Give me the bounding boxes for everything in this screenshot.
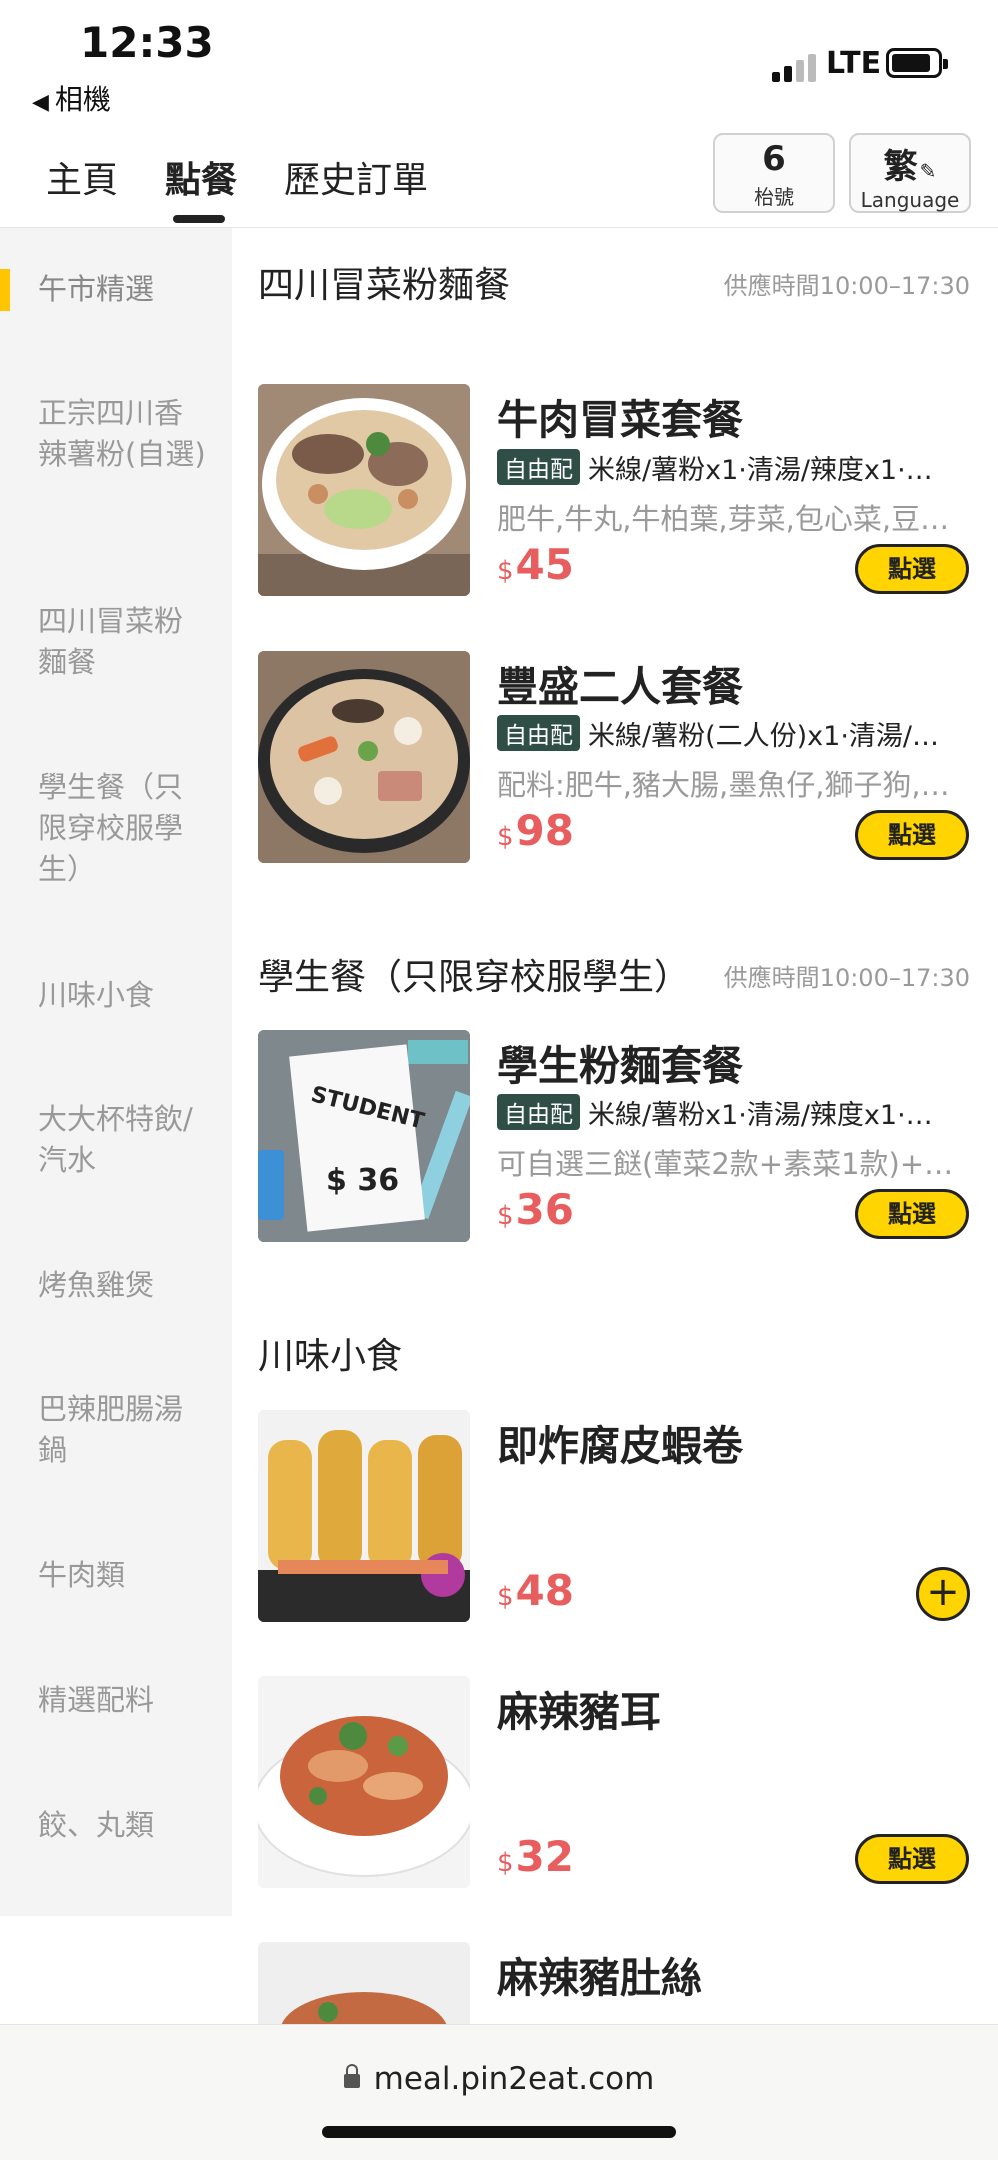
- free-combo-badge: 自由配: [497, 715, 580, 751]
- notebook-price-text: $ 36: [326, 1163, 399, 1198]
- item-name[interactable]: 麻辣豬肚絲: [497, 1944, 702, 2004]
- section-hours: 供應時間10:00–17:30: [723, 272, 970, 300]
- item-name[interactable]: 牛肉冒菜套餐: [497, 386, 743, 446]
- currency-symbol: $: [497, 1201, 514, 1231]
- table-number-label: 枱號: [754, 185, 794, 209]
- pencil-icon: ✎: [919, 159, 937, 183]
- item-options-text: 米線/薯粉(二人份)x1·清湯/…: [588, 721, 939, 752]
- price-amount: 36: [515, 1185, 574, 1234]
- sidebar-item-sichuan-snacks[interactable]: 川味小食: [38, 975, 208, 1016]
- sidebar-item-grilled-fish[interactable]: 烤魚雞煲: [38, 1265, 208, 1306]
- item-description: 配料:肥牛,豬大腸,墨魚仔,獅子狗,…: [497, 768, 950, 802]
- free-combo-badge: 自由配: [497, 449, 580, 485]
- free-combo-badge: 自由配: [497, 1094, 580, 1130]
- tab-order-history[interactable]: 歷史訂單: [284, 151, 428, 203]
- top-nav: 主頁 點餐 歷史訂單 6 枱號 繁 ✎ Language: [0, 125, 998, 228]
- select-item-button[interactable]: 點選: [855, 544, 969, 594]
- student-notebook-image[interactable]: STUDENT $ 36: [258, 1030, 470, 1242]
- currency-symbol: $: [497, 556, 514, 586]
- language-button[interactable]: 繁 ✎ Language: [849, 133, 971, 213]
- section-title: 學生餐（只限穿校服學生）: [258, 957, 691, 998]
- select-item-button[interactable]: 點選: [855, 810, 969, 860]
- item-name[interactable]: 豐盛二人套餐: [497, 653, 743, 713]
- lock-icon: [343, 2064, 360, 2088]
- signal-icon: [772, 52, 820, 82]
- tab-order[interactable]: 點餐: [165, 151, 237, 203]
- price-amount: 48: [515, 1566, 574, 1615]
- url-text: meal.pin2eat.com: [373, 2061, 655, 2097]
- language-char: 繁: [883, 147, 918, 187]
- back-to-app-link[interactable]: ◀ 相機: [32, 78, 111, 118]
- add-item-button[interactable]: +: [916, 1567, 970, 1621]
- spicy-pork-ear-image[interactable]: [258, 1676, 470, 1888]
- sidebar-item-lunch-picks[interactable]: 午市精選: [38, 269, 208, 310]
- item-options-text: 米線/薯粉x1·清湯/辣度x1·…: [588, 1100, 933, 1131]
- active-category-indicator: [0, 269, 10, 311]
- price-amount: 32: [515, 1832, 574, 1881]
- item-description: 肥牛,牛丸,牛柏葉,芽菜,包心菜,豆…: [497, 502, 950, 536]
- sidebar-item-student-meals[interactable]: 學生餐（只限穿校服學生）: [38, 767, 208, 890]
- item-name[interactable]: 麻辣豬耳: [497, 1678, 661, 1738]
- network-label: LTE: [826, 46, 882, 81]
- item-name[interactable]: 即炸腐皮蝦卷: [497, 1412, 743, 1472]
- sidebar-item-beef[interactable]: 牛肉類: [38, 1555, 208, 1596]
- back-app-label: 相機: [54, 83, 111, 116]
- home-indicator[interactable]: [322, 2126, 676, 2138]
- item-name[interactable]: 學生粉麵套餐: [497, 1032, 743, 1092]
- item-price: $48: [497, 1566, 574, 1615]
- currency-symbol: $: [497, 1848, 514, 1878]
- sidebar-item-intestine-hotpot[interactable]: 巴辣肥腸湯鍋: [38, 1389, 208, 1471]
- price-amount: 45: [515, 540, 574, 589]
- section-title: 四川冒菜粉麵餐: [258, 265, 511, 306]
- item-options-text: 米線/薯粉x1·清湯/辣度x1·…: [588, 455, 933, 486]
- section-title: 川味小食: [258, 1336, 403, 1377]
- table-number-button[interactable]: 6 枱號: [713, 133, 835, 213]
- price-amount: 98: [515, 806, 574, 855]
- item-options: 自由配 米線/薯粉(二人份)x1·清湯/…: [497, 714, 967, 753]
- category-sidebar: 午市精選 正宗四川香辣薯粉(自選) 四川冒菜粉麵餐 學生餐（只限穿校服學生） 川…: [0, 228, 232, 1916]
- sidebar-item-maocai-meals[interactable]: 四川冒菜粉麵餐: [38, 601, 208, 683]
- fried-shrimp-rolls-image[interactable]: [258, 1410, 470, 1622]
- item-price: $36: [497, 1185, 574, 1234]
- currency-symbol: $: [497, 822, 514, 852]
- item-price: $45: [497, 540, 574, 589]
- sidebar-item-drinks[interactable]: 大大杯特飲/汽水: [38, 1099, 208, 1181]
- battery-icon: [886, 48, 948, 78]
- select-item-button[interactable]: 點選: [855, 1834, 969, 1884]
- sidebar-item-dumplings[interactable]: 餃、丸類: [38, 1805, 208, 1846]
- table-number: 6: [762, 139, 786, 179]
- item-price: $32: [497, 1832, 574, 1881]
- url-display[interactable]: meal.pin2eat.com: [0, 2061, 998, 2097]
- browser-url-bar[interactable]: meal.pin2eat.com: [0, 2024, 998, 2160]
- sidebar-item-toppings[interactable]: 精選配料: [38, 1680, 208, 1721]
- section-hours: 供應時間10:00–17:30: [723, 964, 970, 992]
- language-label: Language: [860, 188, 960, 212]
- item-options: 自由配 米線/薯粉x1·清湯/辣度x1·…: [497, 448, 967, 487]
- item-description: 可自選三餸(葷菜2款+素菜1款)+…: [497, 1147, 954, 1181]
- select-item-button[interactable]: 點選: [855, 1189, 969, 1239]
- sidebar-item-sichuan-noodles[interactable]: 正宗四川香辣薯粉(自選): [38, 393, 208, 475]
- spicy-pork-tripe-image[interactable]: [258, 1942, 470, 2024]
- item-options: 自由配 米線/薯粉x1·清湯/辣度x1·…: [497, 1093, 967, 1132]
- status-time: 12:33: [80, 18, 214, 67]
- hotpot-bowl-image[interactable]: [258, 651, 470, 863]
- back-triangle-icon: ◀: [32, 90, 49, 115]
- status-bar: 12:33 ◀ 相機 LTE: [0, 0, 998, 125]
- tab-home[interactable]: 主頁: [46, 151, 118, 203]
- currency-symbol: $: [497, 1582, 514, 1612]
- active-tab-indicator: [173, 215, 225, 223]
- beef-noodle-bowl-image[interactable]: [258, 384, 470, 596]
- item-price: $98: [497, 806, 574, 855]
